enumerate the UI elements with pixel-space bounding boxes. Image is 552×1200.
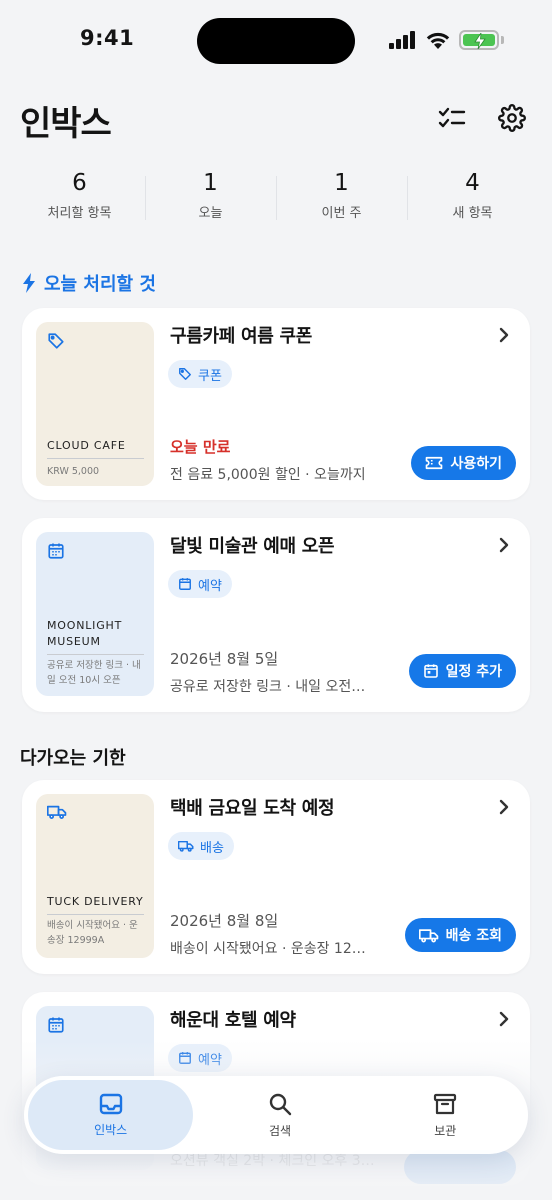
thumbnail-divider [47,654,144,655]
card-title: 택배 금요일 도착 예정 [170,798,335,819]
checklist-icon [438,107,466,128]
card-title: 달빛 미술관 예매 오픈 [170,536,335,557]
calendar-icon [179,578,191,590]
battery-icon [459,30,499,50]
section-header-upcoming: 다가오는 기한 [20,748,126,769]
thumbnail-title: CLOUD CAFE [47,439,126,452]
add-to-calendar-button[interactable]: 일정 추가 [408,654,516,688]
lightning-icon [23,273,35,293]
stat-value: 1 [334,170,349,196]
chip-label: 예약 [198,578,222,594]
use-coupon-button[interactable]: 사용하기 [411,446,516,480]
tag-icon [48,333,64,349]
calendar-icon [48,1017,64,1033]
signal-icon [389,31,415,49]
stat-value: 6 [72,170,87,196]
stats-summary: 6 처리할 항목 1 오늘 1 이번 주 4 새 항목 [14,168,538,228]
tab-archive[interactable]: 보관 [363,1076,528,1154]
inbox-card-delivery[interactable]: TUCK DELIVERY 배송이 시작됐어요 · 운송장 12999A 택배 … [22,780,530,974]
stat-label: 이번 주 [321,206,362,221]
chevron-right-icon[interactable] [498,326,510,344]
tab-label: 보관 [434,1123,457,1138]
card-thumbnail: MOONLIGHT MUSEUM 공유로 저장한 링크 · 내일 오전 10시 … [36,532,154,696]
calendar-icon [179,1052,191,1064]
tab-inbox[interactable]: 인박스 [28,1080,194,1150]
chevron-right-icon[interactable] [498,1010,510,1028]
track-delivery-button[interactable]: 배송 조회 [404,918,516,952]
chip-label: 쿠폰 [198,368,222,384]
truck-icon [47,805,67,819]
card-title: 구름카페 여름 쿠폰 [170,326,313,347]
card-title: 해운대 호텔 예약 [170,1010,296,1031]
stat-this-week[interactable]: 1 이번 주 [276,168,407,228]
stat-new[interactable]: 4 새 항목 [407,168,538,228]
stat-pending[interactable]: 6 처리할 항목 [14,168,145,228]
gear-icon [498,104,526,132]
search-icon [269,1093,292,1115]
select-mode-button[interactable] [434,100,470,136]
status-bar: 9:41 [0,0,552,84]
stat-value: 1 [203,170,218,196]
category-chip: 예약 [168,570,232,598]
button-label: 배송 조회 [445,928,502,944]
stat-value: 4 [465,170,480,196]
expiry-status: 오늘 만료 [170,438,231,456]
ticket-icon [426,456,443,470]
thumbnail-divider [47,914,144,915]
card-description: 공유로 저장한 링크 · 내일 오전… [170,679,366,695]
stat-today[interactable]: 1 오늘 [145,168,276,228]
chip-label: 배송 [200,840,224,856]
dynamic-island [197,18,355,64]
settings-button[interactable] [494,100,530,136]
tab-label: 검색 [268,1123,292,1138]
card-action-button[interactable] [404,1150,516,1184]
calendar-icon [48,543,64,559]
wifi-icon [426,32,450,49]
inbox-screen: 9:41 인박스 6 처리할 항목 1 오늘 1 이번 주 4 새 항목 오늘 … [0,0,552,1200]
card-thumbnail: CLOUD CAFE KRW 5,000 [36,322,154,486]
thumbnail-subtitle: KRW 5,000 [47,466,100,477]
card-description: 배송이 시작됐어요 · 운송장 12… [170,941,366,957]
arrival-date: 2026년 8월 8일 [170,912,279,930]
battery-cap [501,36,504,44]
truck-icon [418,928,438,942]
tag-icon [179,368,191,380]
category-chip: 배송 [168,832,234,860]
page-title: 인박스 [20,104,112,144]
section-header-today: 오늘 처리할 것 [22,270,156,296]
status-icons [389,30,504,50]
thumbnail-subtitle: 배송이 시작됐어요 · 운송장 12999A [47,920,138,946]
stat-label: 처리할 항목 [47,206,112,221]
category-chip: 쿠폰 [168,360,232,388]
tab-search[interactable]: 검색 [197,1076,362,1154]
inbox-icon [99,1093,122,1114]
event-date: 2026년 8월 5일 [170,650,279,668]
inbox-card-coupon[interactable]: CLOUD CAFE KRW 5,000 구름카페 여름 쿠폰 쿠폰 오늘 만료… [22,308,530,500]
stat-label: 새 항목 [452,206,493,221]
status-time: 9:41 [80,26,135,50]
chip-label: 예약 [198,1052,222,1068]
calendar-add-icon [423,664,438,678]
stat-label: 오늘 [198,206,223,221]
card-description: 전 음료 5,000원 할인 · 오늘까지 [170,467,366,483]
bottom-tab-bar: 인박스 검색 보관 [24,1076,528,1154]
inbox-card-museum[interactable]: MOONLIGHT MUSEUM 공유로 저장한 링크 · 내일 오전 10시 … [22,518,530,712]
thumbnail-title: TUCK DELIVERY [47,895,144,908]
section-title: 오늘 처리할 것 [44,274,156,295]
button-label: 일정 추가 [445,664,502,680]
thumbnail-title: MOONLIGHT MUSEUM [47,619,123,648]
chevron-right-icon[interactable] [498,536,510,554]
archive-icon [434,1093,457,1114]
tab-label: 인박스 [94,1122,128,1137]
thumbnail-divider [47,458,144,459]
chevron-right-icon[interactable] [498,798,510,816]
truck-icon [178,840,194,852]
button-label: 사용하기 [450,456,502,472]
card-thumbnail: TUCK DELIVERY 배송이 시작됐어요 · 운송장 12999A [36,794,154,958]
thumbnail-subtitle: 공유로 저장한 링크 · 내일 오전 10시 오픈 [47,660,141,686]
category-chip: 예약 [168,1044,232,1072]
